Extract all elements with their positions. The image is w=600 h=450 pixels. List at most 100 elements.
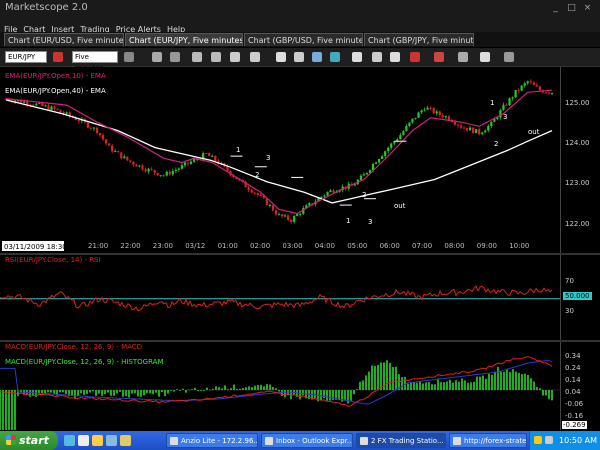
histogram-bar	[212, 388, 214, 390]
histogram-bar	[77, 390, 79, 397]
zoom-in-icon[interactable]	[192, 52, 202, 62]
channel-tool-icon[interactable]	[312, 52, 322, 62]
text-tool-icon[interactable]	[276, 52, 286, 62]
task-label: Anzio Lite - 172.2.96....	[181, 437, 258, 445]
histogram-bar	[389, 362, 391, 390]
macd-pane[interactable]: MACD(EUR/JPY.Close, 12, 26, 9) - MACD MA…	[0, 342, 560, 450]
macd-tick: -0.06	[565, 400, 584, 408]
tab-eur-jpy[interactable]: Chart (EUR/JPY, Five minutes)	[125, 33, 243, 46]
histogram-bar	[140, 390, 142, 397]
taskbar-task-outlook[interactable]: Inbox - Outlook Expr...	[261, 433, 353, 448]
desktop-quicklaunch-icon[interactable]	[106, 435, 117, 446]
candle-body	[44, 105, 47, 107]
histogram-bar	[329, 390, 331, 401]
tab-eur-usd[interactable]: Chart (EUR/USD, Five minutes)	[4, 33, 124, 46]
tab-gbp-usd[interactable]: Chart (GBP/USD, Five minutes)	[244, 33, 363, 46]
settings-icon[interactable]	[504, 52, 514, 62]
line-style-icon[interactable]	[124, 52, 134, 62]
cursor-icon[interactable]	[250, 52, 260, 62]
app-quicklaunch-icon[interactable]	[120, 435, 131, 446]
candle-body	[189, 161, 193, 164]
histogram-bar	[146, 390, 148, 394]
candle-body	[323, 195, 326, 197]
tray-icon[interactable]	[534, 436, 542, 444]
candle-body	[208, 153, 211, 156]
candle-body	[38, 102, 41, 104]
histogram-bar	[83, 390, 85, 395]
macd-chart	[0, 342, 560, 450]
candle-body	[287, 215, 290, 220]
candle-body	[426, 107, 429, 110]
minimize-icon[interactable]: _	[550, 3, 561, 14]
print-icon[interactable]	[170, 52, 180, 62]
taskbar-task-fx-trading[interactable]: 2 FX Trading Statio...	[356, 433, 446, 448]
histogram-bar	[410, 382, 412, 390]
histogram-bar	[536, 387, 538, 390]
histogram-bar	[80, 390, 82, 394]
line-tool-icon[interactable]	[294, 52, 304, 62]
volume-icon[interactable]	[545, 436, 553, 444]
histogram-bar	[179, 390, 181, 391]
tab-gbp-jpy[interactable]: Chart (GBP/JPY, Five minutes)	[364, 33, 474, 46]
histogram-bar	[89, 390, 91, 393]
taskbar-task-anzio[interactable]: Anzio Lite - 172.2.96....	[166, 433, 258, 448]
maximize-icon[interactable]: □	[566, 3, 577, 14]
timeframe-select[interactable]: Five minutes	[72, 51, 118, 72]
histogram-bar	[191, 389, 193, 390]
histogram-bar	[260, 384, 262, 390]
histogram-bar	[29, 390, 31, 397]
folder-quicklaunch-icon[interactable]	[92, 435, 103, 446]
zoom-out-icon[interactable]	[211, 52, 221, 62]
rsi-pane[interactable]: RSI(EUR/JPY.Close, 14) - RSI	[0, 255, 560, 340]
histogram-bar	[275, 388, 277, 390]
candle-body	[89, 127, 93, 129]
drawing-tools-icon[interactable]	[458, 52, 468, 62]
histogram-bar	[455, 380, 457, 390]
wave-annotation: 3	[503, 113, 507, 121]
histogram-bar	[314, 390, 316, 398]
crosshair-icon[interactable]	[230, 52, 240, 62]
histogram-bar	[92, 390, 94, 392]
histogram-bar	[272, 386, 274, 390]
taskbar-task-browser[interactable]: http://forex-strategi...	[449, 433, 527, 448]
price-axis: 125.00 124.00 123.00 122.00	[560, 67, 600, 253]
candle-body	[156, 172, 159, 176]
histogram-bar	[428, 381, 430, 390]
histogram-bar	[497, 366, 499, 390]
histogram-bar	[386, 360, 388, 390]
histogram-bar	[347, 390, 349, 404]
candle-body	[374, 162, 378, 164]
ie-quicklaunch-icon[interactable]	[64, 435, 75, 446]
candle-body	[159, 175, 162, 177]
histogram-bar	[41, 390, 43, 394]
symbol-select[interactable]: EUR/JPY	[5, 51, 47, 63]
outlook-quicklaunch-icon[interactable]	[78, 435, 89, 446]
scroll-icon[interactable]	[352, 52, 362, 62]
chart-type-icon[interactable]	[152, 52, 162, 62]
globe-icon[interactable]	[330, 52, 340, 62]
price-chart-pane[interactable]: 1 2 3 1 2 3 out 1 2 3 out 21:00 22:00 23:00 03/12 01:00…	[0, 67, 560, 253]
histogram-bar	[284, 390, 286, 398]
properties-icon[interactable]	[390, 52, 400, 62]
candle-body	[517, 89, 520, 91]
alert-icon[interactable]	[410, 52, 420, 62]
rsi-tick: 30	[565, 307, 574, 315]
start-button[interactable]: start	[0, 431, 58, 450]
histogram-bar	[188, 389, 190, 391]
candle-body	[499, 110, 502, 118]
cursor-time-label: 03/11/2009 18:30	[4, 243, 67, 251]
candle-body	[529, 81, 532, 83]
windows-taskbar: start Anzio Lite - 172.2.96.... Inbox - …	[0, 431, 600, 450]
eraser-icon[interactable]	[480, 52, 490, 62]
wave-annotation: 3	[368, 218, 372, 226]
histogram-bar	[374, 365, 376, 390]
candle-body	[478, 129, 481, 135]
histogram-bar	[239, 388, 241, 390]
lock-icon[interactable]	[372, 52, 382, 62]
histogram-bar	[251, 387, 253, 390]
order-icon[interactable]	[434, 52, 444, 62]
flag-icon[interactable]	[53, 52, 63, 62]
rsi-level-badge: 50.000	[563, 292, 592, 300]
close-icon[interactable]: ×	[582, 3, 593, 14]
macd-tick: 0.34	[565, 352, 581, 360]
